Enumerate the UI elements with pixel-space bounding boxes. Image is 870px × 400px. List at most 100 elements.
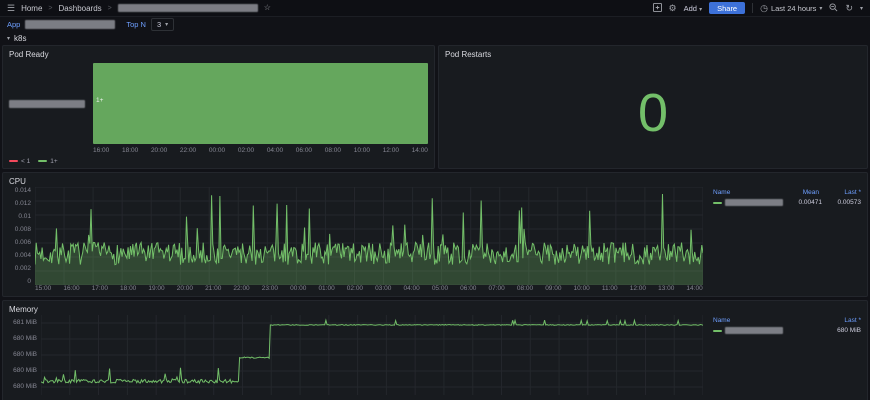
panel-add-icon[interactable] <box>652 2 662 14</box>
pod-ready-panel: Pod Ready 1+ 16:00 18:00 20:00 22:00 00:00 02… <box>2 45 435 169</box>
pod-ready-legend: < 1 1+ <box>9 156 428 166</box>
pod-restarts-stat: 0 <box>445 60 861 166</box>
legend-swatch-red <box>9 159 18 162</box>
tick-label: 01:00 <box>318 285 335 292</box>
panel-title[interactable]: Memory <box>9 304 861 315</box>
hamburger-menu-icon[interactable]: ☰ <box>7 3 15 13</box>
tick-label: 08:00 <box>324 147 342 154</box>
legend-series <box>713 327 819 334</box>
tick-label: 20:00 <box>176 285 193 292</box>
state-value-label: 1+ <box>96 97 104 105</box>
chevron-down-icon[interactable]: ▾ <box>860 5 863 12</box>
legend-header-last[interactable]: Last * <box>819 189 861 196</box>
settings-gear-icon[interactable]: ⚙ <box>669 3 677 13</box>
legend-swatch-green <box>713 201 722 204</box>
tick-label: 04:00 <box>403 285 420 292</box>
tick-label: 22:00 <box>233 285 250 292</box>
app-variable-label: App <box>7 20 21 29</box>
tick-label: 680 MiB <box>13 367 37 374</box>
tick-label: 18:00 <box>120 285 137 292</box>
tick-label: 0.008 <box>14 226 31 233</box>
tick-label: 681 MiB <box>13 319 37 326</box>
breadcrumb-home[interactable]: Home <box>21 4 42 13</box>
star-icon[interactable]: ☆ <box>264 4 271 12</box>
topn-variable-dropdown[interactable]: 3 ▾ <box>150 18 175 31</box>
panel-title[interactable]: Pod Restarts <box>445 49 861 60</box>
tick-label: 0.004 <box>14 252 31 259</box>
x-axis-ticks: 16:00 18:00 20:00 22:00 00:00 02:00 04:00 06:00… <box>93 147 428 156</box>
time-range-label: Last 24 hours <box>770 3 817 13</box>
pod-name-redacted <box>9 99 85 108</box>
tick-label: 12:00 <box>382 147 399 154</box>
top-nav-bar: ☰ Home > Dashboards > ☆ ⚙ Add ▾ Share ◷ … <box>0 0 870 17</box>
breadcrumb-dashboards[interactable]: Dashboards <box>59 4 102 13</box>
tick-label: 15:00 <box>35 285 52 292</box>
legend-item-lt1[interactable]: < 1 <box>9 158 30 165</box>
tick-label: 10:00 <box>353 147 370 154</box>
legend-mean-value: 0.00471 <box>798 199 823 206</box>
tick-label: 680 MiB <box>13 351 37 358</box>
legend-row[interactable]: 680 MiB <box>713 327 861 334</box>
memory-plot-area[interactable] <box>41 315 703 400</box>
cpu-legend: Name Mean Last * 0.00471 0.00573 <box>703 187 861 285</box>
tick-label: 13:00 <box>658 285 675 292</box>
chevron-down-icon: ▾ <box>819 5 823 12</box>
chevron-down-icon: ▾ <box>165 22 169 28</box>
tick-label: 18:00 <box>121 147 139 154</box>
time-range-picker[interactable]: ◷ Last 24 hours ▾ <box>760 2 823 13</box>
breadcrumb-separator: > <box>48 4 53 12</box>
pod-ready-category-axis <box>9 60 93 147</box>
tick-label: 10:00 <box>573 285 590 292</box>
row-collapse-icon: ▾ <box>7 36 11 42</box>
tick-label: 04:00 <box>266 147 284 154</box>
app-variable-value-redacted[interactable] <box>25 20 116 29</box>
refresh-icon[interactable]: ↻ <box>845 3 853 13</box>
tick-label: 00:00 <box>208 147 226 154</box>
dashboard-row-k8s[interactable]: ▾ k8s <box>0 32 870 45</box>
add-button[interactable]: Add ▾ <box>684 4 702 13</box>
memory-legend: Name Last * 680 MiB <box>703 315 861 400</box>
y-axis-ticks: 0.014 0.012 0.01 0.008 0.006 0.004 0.002 0 <box>9 187 35 285</box>
panel-grid: Pod Ready 1+ 16:00 18:00 20:00 22:00 00:00 02… <box>0 45 870 400</box>
legend-row[interactable]: 0.00471 0.00573 <box>713 199 861 206</box>
share-button[interactable]: Share <box>709 2 746 14</box>
tick-label: 17:00 <box>91 285 108 292</box>
panel-row-1: Pod Ready 1+ 16:00 18:00 20:00 22:00 00:00 02… <box>2 45 868 169</box>
tick-label: 0.002 <box>14 265 31 272</box>
legend-series <box>713 199 783 206</box>
chevron-down-icon: ▾ <box>699 6 703 13</box>
legend-headers: Name Mean Last * <box>713 189 861 196</box>
tick-label: 0 <box>27 278 31 285</box>
zoom-out-icon[interactable] <box>829 2 838 14</box>
legend-header-last[interactable]: Last * <box>819 317 861 324</box>
panel-title[interactable]: CPU <box>9 176 861 187</box>
tick-label: 22:00 <box>179 147 197 154</box>
legend-header-name[interactable]: Name <box>713 317 819 324</box>
y-axis-ticks: 681 MiB 680 MiB 680 MiB 680 MiB 680 MiB <box>9 315 41 400</box>
legend-last-value: 0.00573 <box>837 199 862 206</box>
legend-headers: Name Last * <box>713 317 861 324</box>
memory-chart: 681 MiB 680 MiB 680 MiB 680 MiB 680 MiB Name… <box>9 315 861 400</box>
legend-label: 1+ <box>50 157 58 165</box>
cpu-panel: CPU 0.014 0.012 0.01 0.008 0.006 0.004 0.002 0 … <box>2 172 868 297</box>
tick-label: 0.012 <box>14 200 31 207</box>
panel-row-3: Memory 681 MiB 680 MiB 680 MiB 680 MiB 680 M… <box>2 300 868 400</box>
tick-label: 23:00 <box>261 285 279 292</box>
tick-label: 05:00 <box>431 285 449 292</box>
dashboard-variables-toolbar: App Top N 3 ▾ <box>0 17 870 32</box>
state-timeline-plot[interactable]: 1+ <box>93 60 428 147</box>
topn-variable-value: 3 <box>156 20 162 29</box>
legend-label: < 1 <box>21 157 31 165</box>
panel-title[interactable]: Pod Ready <box>9 49 428 60</box>
legend-header-mean[interactable]: Mean <box>777 189 819 196</box>
add-button-label: Add <box>683 3 697 13</box>
clock-icon: ◷ <box>760 2 768 13</box>
tick-label: 00:00 <box>290 285 307 292</box>
state-timeline-bar-healthy: 1+ <box>93 63 428 144</box>
tick-label: 0.014 <box>14 187 31 194</box>
cpu-plot-area[interactable] <box>35 187 703 285</box>
legend-header-name[interactable]: Name <box>713 189 777 196</box>
legend-swatch-green <box>38 159 48 162</box>
cpu-chart: 0.014 0.012 0.01 0.008 0.006 0.004 0.002 0 Name… <box>9 187 861 285</box>
legend-item-ge1[interactable]: 1+ <box>38 157 58 165</box>
